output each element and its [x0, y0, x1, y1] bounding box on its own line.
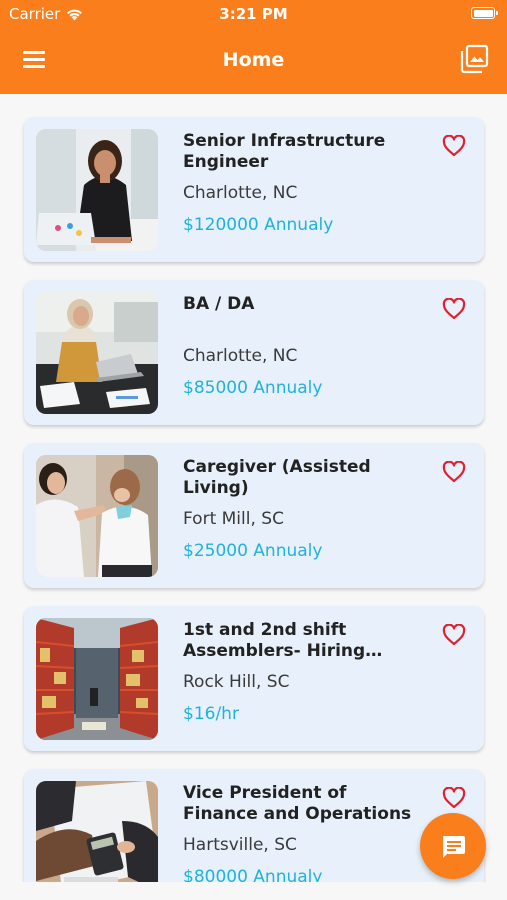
heart-icon[interactable]: [442, 135, 466, 157]
photo-gallery-icon[interactable]: [459, 44, 489, 74]
job-thumbnail: [36, 292, 158, 414]
job-thumbnail: [36, 455, 158, 577]
job-thumbnail: [36, 618, 158, 740]
job-location: Charlotte, NC: [183, 346, 298, 366]
heart-icon[interactable]: [442, 298, 466, 320]
status-bar: Carrier 3:21 PM: [0, 0, 507, 28]
job-card[interactable]: 1st and 2nd shift Assemblers- Hiring Imm…: [24, 606, 484, 751]
job-title: BA / DA: [183, 294, 255, 314]
heart-icon[interactable]: [442, 461, 466, 483]
job-location: Charlotte, NC: [183, 183, 298, 203]
battery-icon: [471, 7, 498, 19]
app-header: Carrier 3:21 PM Home: [0, 0, 507, 94]
job-title: Senior Infrastructure Engineer: [183, 131, 386, 172]
job-list[interactable]: Senior Infrastructure Engineer Charlotte…: [0, 94, 507, 882]
job-pay: $80000 Annualy: [183, 867, 323, 882]
chat-message-icon: [443, 836, 465, 858]
job-card[interactable]: Caregiver (Assisted Living) Fort Mill, S…: [24, 443, 484, 588]
job-pay: $25000 Annualy: [183, 541, 323, 561]
job-location: Fort Mill, SC: [183, 509, 284, 529]
job-title: Caregiver (Assisted Living): [183, 457, 371, 498]
job-card[interactable]: BA / DA Charlotte, NC $85000 Annualy: [24, 280, 484, 425]
job-location: Rock Hill, SC: [183, 672, 290, 692]
heart-icon[interactable]: [442, 624, 466, 646]
job-title: Vice President of Finance and Operations: [183, 783, 412, 824]
job-pay: $16/hr: [183, 704, 239, 724]
page-title: Home: [222, 49, 285, 71]
job-pay: $120000 Annualy: [183, 215, 334, 235]
job-location: Hartsville, SC: [183, 835, 297, 855]
heart-icon[interactable]: [442, 787, 466, 809]
job-title: 1st and 2nd shift Assemblers- Hiring Imm…: [183, 620, 366, 661]
bottom-safe-area: [0, 882, 507, 900]
chat-button[interactable]: [420, 813, 486, 879]
job-thumbnail: [36, 781, 158, 882]
job-pay: $85000 Annualy: [183, 378, 323, 398]
job-thumbnail: [36, 129, 158, 251]
job-card[interactable]: Senior Infrastructure Engineer Charlotte…: [24, 117, 484, 262]
status-time: 3:21 PM: [219, 5, 288, 23]
job-card[interactable]: Vice President of Finance and Operations…: [24, 769, 484, 882]
